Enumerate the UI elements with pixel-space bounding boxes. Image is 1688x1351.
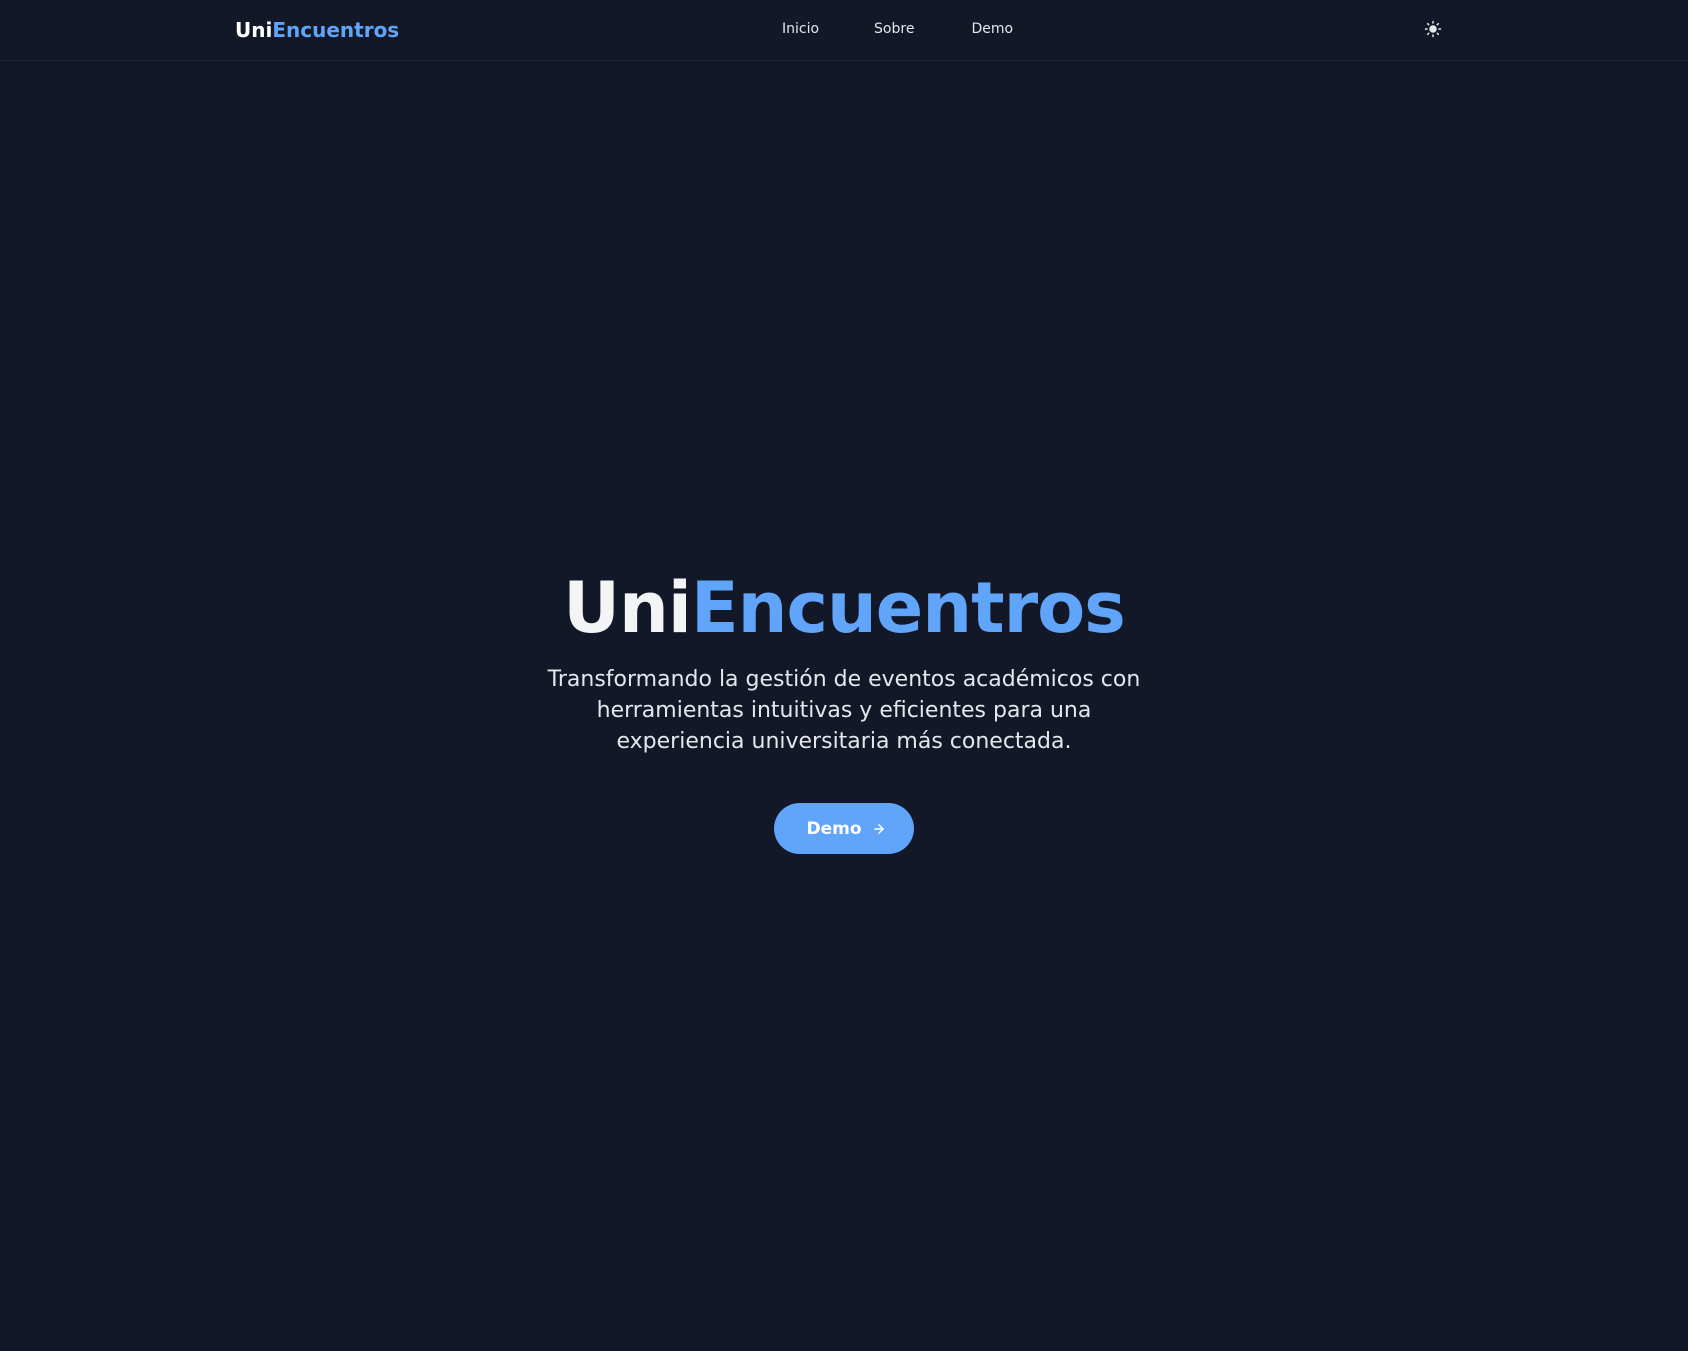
theme-toggle-button[interactable] [1421, 17, 1445, 41]
arrow-right-icon [873, 823, 884, 834]
hero-title: UniEncuentros [0, 560, 1688, 656]
hero-title-part-1: Uni [563, 567, 692, 649]
hero-section: UniEncuentros Transformando la gestión d… [0, 560, 1688, 854]
brand-name-part-1: Uni [235, 18, 273, 42]
nav-link-inicio[interactable]: Inicio [782, 20, 819, 38]
brand-name-part-2: Encuentros [272, 18, 400, 42]
sun-icon [1424, 20, 1442, 38]
demo-button[interactable]: Demo [774, 803, 914, 854]
nav-links: Inicio Sobre Demo [782, 20, 1013, 38]
brand-logo[interactable]: UniEncuentros [235, 17, 399, 43]
hero-subtitle: Transformando la gestión de eventos acad… [547, 667, 1141, 754]
nav-link-demo[interactable]: Demo [971, 20, 1013, 38]
hero-title-part-2: Encuentros [690, 567, 1126, 649]
nav-link-sobre[interactable]: Sobre [874, 20, 914, 38]
navbar: UniEncuentros Inicio Sobre Demo [0, 0, 1688, 61]
demo-button-label: Demo [806, 818, 862, 839]
